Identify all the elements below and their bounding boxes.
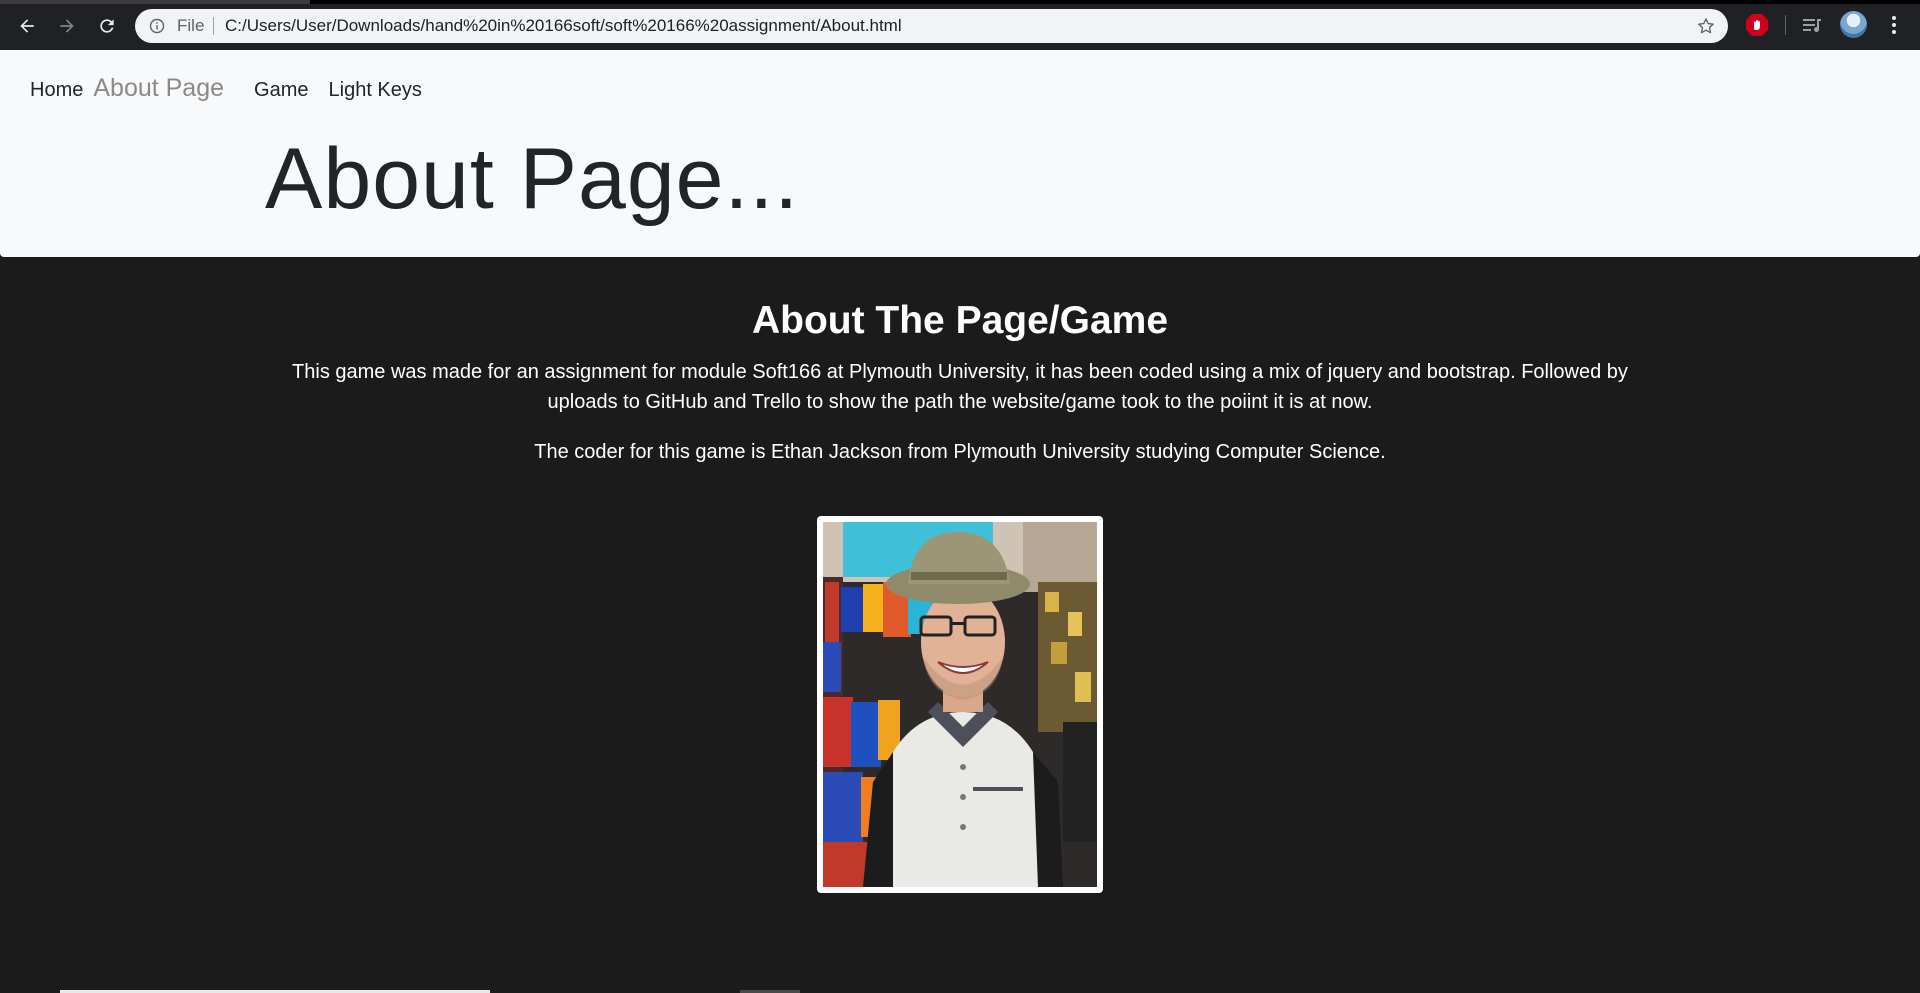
page-header: Home About Page Game Light Keys About Pa… (0, 50, 1920, 257)
navbar: Home About Page Game Light Keys (30, 74, 432, 103)
nav-home-link[interactable]: Home (30, 79, 83, 102)
page-title: About Page... (265, 131, 800, 227)
url-text[interactable]: C:/Users/User/Downloads/hand%20in%20166s… (225, 16, 902, 36)
address-bar[interactable]: File C:/Users/User/Downloads/hand%20in%2… (135, 9, 1728, 43)
menu-icon[interactable] (1884, 13, 1904, 37)
back-icon[interactable] (12, 11, 42, 41)
about-paragraph: This game was made for an assignment for… (292, 361, 1628, 413)
coder-paragraph: The coder for this game is Ethan Jackson… (534, 441, 1386, 463)
star-icon[interactable] (1696, 16, 1716, 36)
media-icon[interactable] (1800, 13, 1824, 37)
nav-light-keys-link[interactable]: Light Keys (329, 79, 422, 102)
section-title: About The Page/Game (751, 299, 1169, 342)
tab-strip-edge (0, 0, 1920, 4)
browser-toolbar: File C:/Users/User/Downloads/hand%20in%2… (0, 0, 1920, 50)
toolbar-divider (1785, 15, 1786, 35)
reload-icon[interactable] (92, 11, 122, 41)
omnibox-divider (213, 17, 214, 35)
nav-brand-about-page[interactable]: About Page (93, 74, 224, 103)
forward-icon[interactable] (52, 11, 82, 41)
adblock-icon[interactable] (1745, 13, 1769, 37)
main-content: About The Page/Game This game was made f… (0, 257, 1920, 993)
profile-photo-frame (817, 516, 1103, 893)
scheme-label: File (177, 16, 205, 35)
profile-photo (823, 522, 1097, 887)
profile-avatar[interactable] (1840, 11, 1867, 38)
info-icon[interactable] (149, 18, 165, 34)
nav-game-link[interactable]: Game (254, 79, 308, 102)
